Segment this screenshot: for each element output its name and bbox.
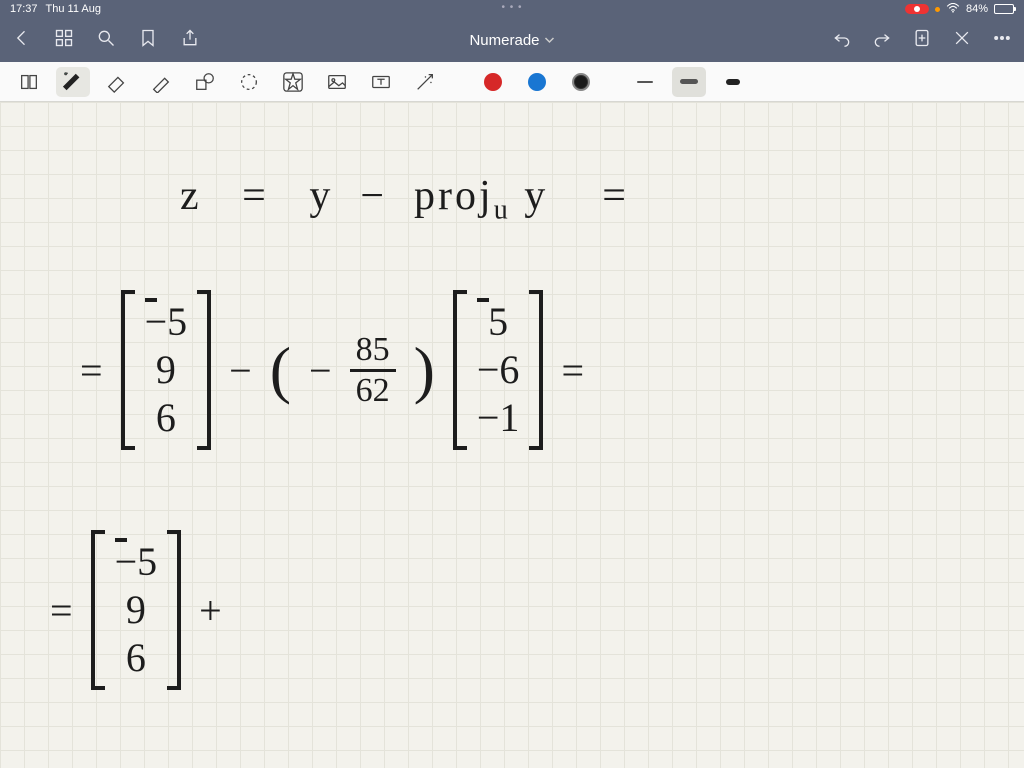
- undo-button[interactable]: [832, 28, 852, 53]
- vector-2: 5 −6 −1: [453, 292, 544, 448]
- add-page-button[interactable]: [912, 28, 932, 53]
- search-button[interactable]: [96, 28, 116, 53]
- color-red[interactable]: [476, 67, 510, 97]
- back-button[interactable]: [12, 28, 32, 53]
- page-tool[interactable]: [12, 67, 46, 97]
- favorites-tool[interactable]: [276, 67, 310, 97]
- chevron-down-icon: [545, 35, 555, 45]
- document-title-label: Numerade: [469, 32, 539, 49]
- redo-button[interactable]: [872, 28, 892, 53]
- highlighter-tool[interactable]: [144, 67, 178, 97]
- vector-1: −5 9 6: [121, 292, 212, 448]
- wifi-icon: [946, 3, 960, 16]
- status-bar: 17:37 Thu 11 Aug • • • 84%: [0, 0, 1024, 18]
- note-canvas[interactable]: z = y − proju y = = −5 9 6 − ( − 85 62 )…: [0, 102, 1024, 768]
- status-time: 17:37: [10, 3, 38, 15]
- handwriting-line-1: z = y − proju y =: [180, 172, 629, 226]
- stroke-thick[interactable]: [716, 67, 750, 97]
- image-tool[interactable]: [320, 67, 354, 97]
- more-button[interactable]: [992, 28, 1012, 53]
- color-blue[interactable]: [520, 67, 554, 97]
- mic-in-use-icon: [935, 7, 940, 12]
- app-nav-bar: Numerade: [0, 18, 1024, 62]
- stroke-medium[interactable]: [672, 67, 706, 97]
- drawing-toolbar: [0, 62, 1024, 102]
- handwriting-line-3: = −5 9 6 +: [50, 532, 222, 688]
- color-black[interactable]: [564, 67, 598, 97]
- document-title[interactable]: Numerade: [469, 32, 554, 49]
- stroke-thin[interactable]: [628, 67, 662, 97]
- status-date: Thu 11 Aug: [46, 3, 101, 15]
- multitask-handle-icon[interactable]: • • •: [501, 2, 522, 13]
- lasso-tool[interactable]: [232, 67, 266, 97]
- handwriting-line-2: = −5 9 6 − ( − 85 62 ) 5 −6 −1 =: [80, 292, 584, 448]
- bookmark-button[interactable]: [138, 28, 158, 53]
- close-button[interactable]: [952, 28, 972, 53]
- battery-icon: [994, 4, 1014, 14]
- shapes-tool[interactable]: [188, 67, 222, 97]
- vector-3: −5 9 6: [91, 532, 182, 688]
- laser-tool[interactable]: [408, 67, 442, 97]
- eraser-tool[interactable]: [100, 67, 134, 97]
- grid-button[interactable]: [54, 28, 74, 53]
- pen-tool[interactable]: [56, 67, 90, 97]
- battery-percent: 84%: [966, 3, 988, 15]
- textbox-tool[interactable]: [364, 67, 398, 97]
- screen-recording-indicator[interactable]: [905, 4, 929, 14]
- share-button[interactable]: [180, 28, 200, 53]
